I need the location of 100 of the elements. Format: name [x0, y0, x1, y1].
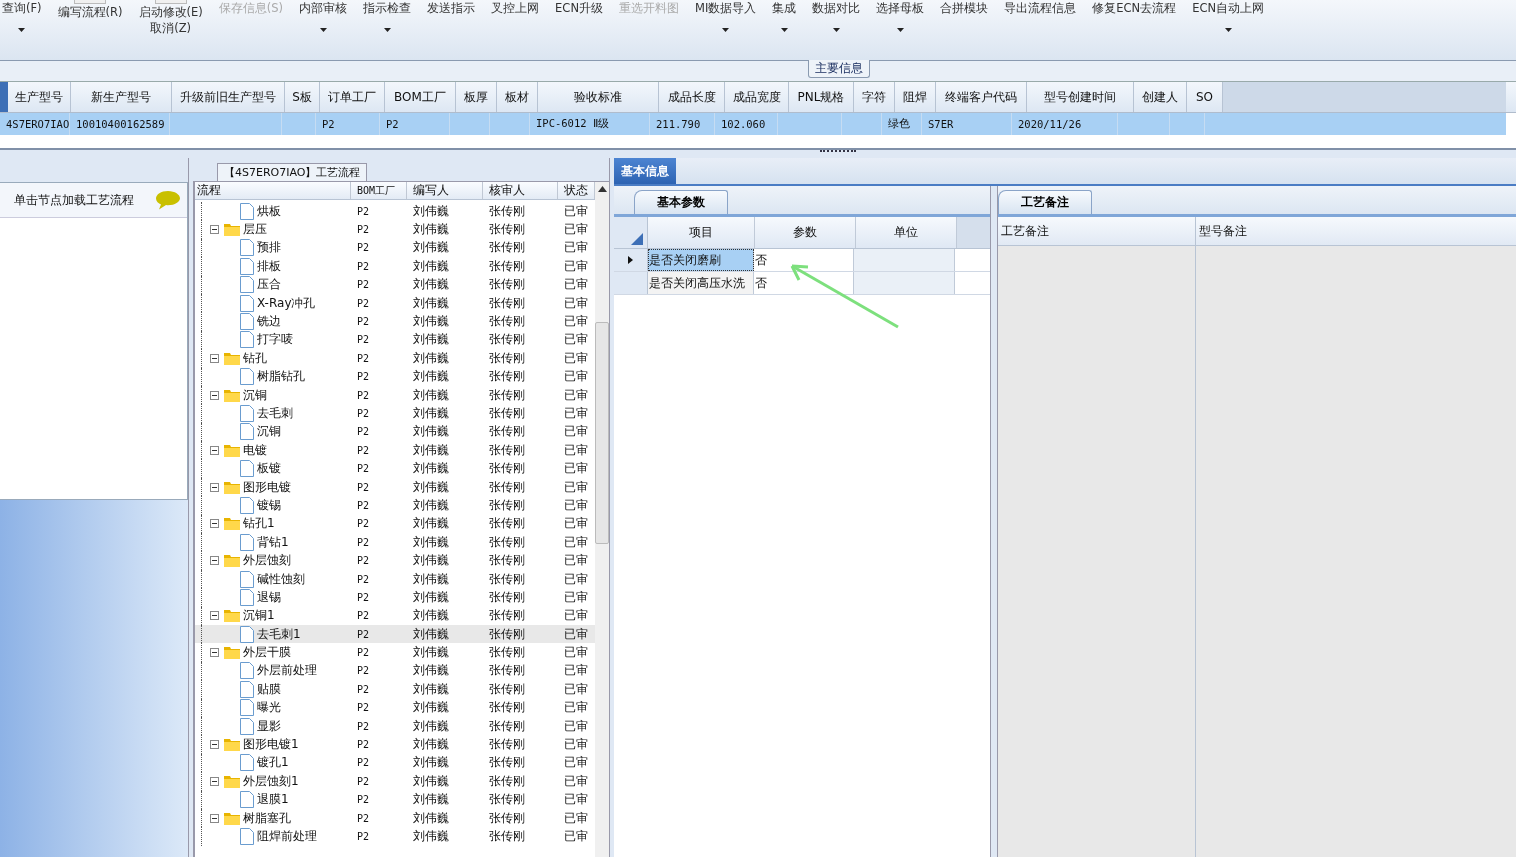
toolbar-button[interactable]: 合拼模块: [940, 1, 989, 16]
column-header[interactable]: 项目: [648, 217, 755, 248]
collapse-icon[interactable]: [210, 482, 219, 492]
toolbar-button[interactable]: MI数据导入: [695, 1, 757, 16]
column-header[interactable]: BOM工厂: [385, 82, 456, 112]
tree-row[interactable]: 外层前处理 P2 刘伟巍 张传刚 已审: [195, 661, 595, 681]
toolbar-button[interactable]: 选择母板: [876, 1, 925, 16]
toolbar-button[interactable]: 数据对比: [812, 1, 861, 16]
dropdown-icon[interactable]: [18, 28, 26, 32]
collapse-icon[interactable]: [210, 445, 219, 455]
tree-row[interactable]: 树脂塞孔 P2 刘伟巍 张传刚 已审: [195, 808, 595, 828]
tree-row[interactable]: 退锡 P2 刘伟巍 张传刚 已审: [195, 588, 595, 607]
tree-row[interactable]: 镀锡 P2 刘伟巍 张传刚 已审: [195, 496, 595, 515]
tree-row[interactable]: X-Ray冲孔 P2 刘伟巍 张传刚 已审: [195, 293, 595, 313]
toolbar-button[interactable]: 指示检查: [363, 1, 412, 16]
tree-row[interactable]: 曝光 P2 刘伟巍 张传刚 已审: [195, 698, 595, 717]
splitter-grip[interactable]: [820, 150, 856, 154]
collapse-icon[interactable]: [210, 776, 219, 786]
scroll-up-icon[interactable]: [597, 186, 607, 192]
tree-row[interactable]: 钻孔 P2 刘伟巍 张传刚 已审: [195, 349, 595, 368]
scroll-thumb[interactable]: [595, 322, 609, 544]
column-header[interactable]: 阻焊: [895, 82, 936, 112]
column-header[interactable]: S板: [285, 82, 320, 112]
tree-row[interactable]: 外层蚀刻 P2 刘伟巍 张传刚 已审: [195, 551, 595, 570]
toolbar-button[interactable]: ECN自动上网: [1192, 1, 1265, 16]
collapse-icon[interactable]: [210, 390, 219, 400]
dropdown-icon[interactable]: [832, 28, 840, 32]
dropdown-icon[interactable]: [1224, 28, 1232, 32]
tree-row[interactable]: 压合 P2 刘伟巍 张传刚 已审: [195, 275, 595, 294]
column-header[interactable]: 验收标准: [538, 82, 659, 112]
column-header[interactable]: 板材: [497, 82, 538, 112]
tree-row[interactable]: 烘板 P2 刘伟巍 张传刚 已审: [195, 202, 595, 221]
toolbar-button[interactable]: ECN升级: [555, 1, 603, 16]
collapse-icon[interactable]: [210, 519, 219, 529]
toolbar-button[interactable]: 启动修改(E): [138, 5, 203, 20]
collapse-icon[interactable]: [210, 648, 219, 658]
tree-row[interactable]: 沉铜 P2 刘伟巍 张传刚 已审: [195, 422, 595, 442]
column-header[interactable]: 订单工厂: [320, 82, 385, 112]
column-header[interactable]: 成品长度: [659, 82, 725, 112]
column-header[interactable]: 流程: [195, 182, 351, 199]
column-header[interactable]: 字符: [854, 82, 895, 112]
grid-row[interactable]: 是否关闭磨刷 否: [614, 249, 990, 272]
scrollbar[interactable]: [595, 182, 609, 857]
tree-row[interactable]: 图形电镀 P2 刘伟巍 张传刚 已审: [195, 477, 595, 497]
column-header[interactable]: 升级前旧生产型号: [172, 82, 285, 112]
tree-row[interactable]: 树脂钻孔 P2 刘伟巍 张传刚 已审: [195, 367, 595, 386]
tree-row[interactable]: 碱性蚀刻 P2 刘伟巍 张传刚 已审: [195, 569, 595, 589]
tree-row[interactable]: 层压 P2 刘伟巍 张传刚 已审: [195, 220, 595, 239]
tree-row[interactable]: 贴膜 P2 刘伟巍 张传刚 已审: [195, 680, 595, 699]
tab[interactable]: 工艺备注: [998, 190, 1092, 214]
tree-row[interactable]: 沉铜1 P2 刘伟巍 张传刚 已审: [195, 606, 595, 625]
tree-row[interactable]: 外层蚀刻1 P2 刘伟巍 张传刚 已审: [195, 772, 595, 791]
column-header[interactable]: 创建人: [1134, 82, 1187, 112]
tree-row[interactable]: 预排 P2 刘伟巍 张传刚 已审: [195, 238, 595, 258]
toolbar-button[interactable]: 取消(Z): [150, 21, 192, 36]
column-header[interactable]: 板厚: [456, 82, 497, 112]
tree-row[interactable]: 背钻1 P2 刘伟巍 张传刚 已审: [195, 533, 595, 552]
column-header[interactable]: 生产型号: [8, 82, 71, 112]
dropdown-icon[interactable]: [896, 28, 904, 32]
column-header[interactable]: 终端客户代码: [936, 82, 1027, 112]
tree-row[interactable]: 去毛刺 P2 刘伟巍 张传刚 已审: [195, 404, 595, 423]
tab[interactable]: 基本参数: [634, 190, 728, 214]
select-all-icon[interactable]: [631, 233, 643, 245]
tab[interactable]: 基本信息: [614, 158, 676, 184]
tree-row[interactable]: 去毛刺1 P2 刘伟巍 张传刚 已审: [195, 625, 595, 644]
toolbar-button[interactable]: 叉控上网: [491, 1, 540, 16]
column-header[interactable]: 编写人: [407, 182, 483, 199]
collapse-icon[interactable]: [210, 225, 219, 235]
collapse-icon[interactable]: [210, 556, 219, 566]
tree-row[interactable]: 电镀 P2 刘伟巍 张传刚 已审: [195, 441, 595, 460]
tree-row[interactable]: 图形电镀1 P2 刘伟巍 张传刚 已审: [195, 735, 595, 754]
tree-row[interactable]: 打字唛 P2 刘伟巍 张传刚 已审: [195, 330, 595, 350]
tree-row[interactable]: 外层干膜 P2 刘伟巍 张传刚 已审: [195, 643, 595, 662]
tree-row[interactable]: 显影 P2 刘伟巍 张传刚 已审: [195, 716, 595, 736]
tree-row[interactable]: 排板 P2 刘伟巍 张传刚 已审: [195, 257, 595, 276]
table-row[interactable]: 4S7ERO7IAO 10010400162589 P2 P2 IPC-6012 Ⅱ级 211.790 102.060 绿色 S7ER 2020/11/26: [0, 113, 1506, 135]
tree-row[interactable]: 钻孔1 P2 刘伟巍 张传刚 已审: [195, 514, 595, 534]
collapse-icon[interactable]: [210, 353, 219, 363]
dropdown-icon[interactable]: [383, 28, 391, 32]
toolbar-button[interactable]: 编写流程(R): [57, 5, 123, 20]
toolbar-button[interactable]: 修复ECN去流程: [1092, 1, 1177, 16]
dropdown-icon[interactable]: [780, 28, 788, 32]
tree-row[interactable]: 铣边 P2 刘伟巍 张传刚 已审: [195, 312, 595, 331]
toolbar-button[interactable]: 发送指示: [427, 1, 476, 16]
tree-row[interactable]: 板镀 P2 刘伟巍 张传刚 已审: [195, 459, 595, 478]
tree-row[interactable]: 退膜1 P2 刘伟巍 张传刚 已审: [195, 790, 595, 809]
column-header[interactable]: 型号创建时间: [1027, 82, 1134, 112]
column-header[interactable]: 参数: [755, 217, 856, 248]
collapse-icon[interactable]: [210, 611, 219, 621]
column-header[interactable]: PNL规格: [789, 82, 854, 112]
column-header[interactable]: 新生产型号: [71, 82, 172, 112]
tree-row[interactable]: 镀孔1 P2 刘伟巍 张传刚 已审: [195, 753, 595, 773]
toolbar-button[interactable]: 导出流程信息: [1004, 1, 1077, 16]
dropdown-icon[interactable]: [722, 28, 730, 32]
grid-row[interactable]: 是否关闭高压水洗 否: [614, 272, 990, 295]
toolbar-button[interactable]: 集成: [772, 1, 797, 16]
collapse-icon[interactable]: [210, 740, 219, 749]
tree-row[interactable]: 沉铜 P2 刘伟巍 张传刚 已审: [195, 385, 595, 405]
toolbar-button[interactable]: 内部审核: [299, 1, 348, 16]
column-header[interactable]: 核审人: [483, 182, 558, 199]
